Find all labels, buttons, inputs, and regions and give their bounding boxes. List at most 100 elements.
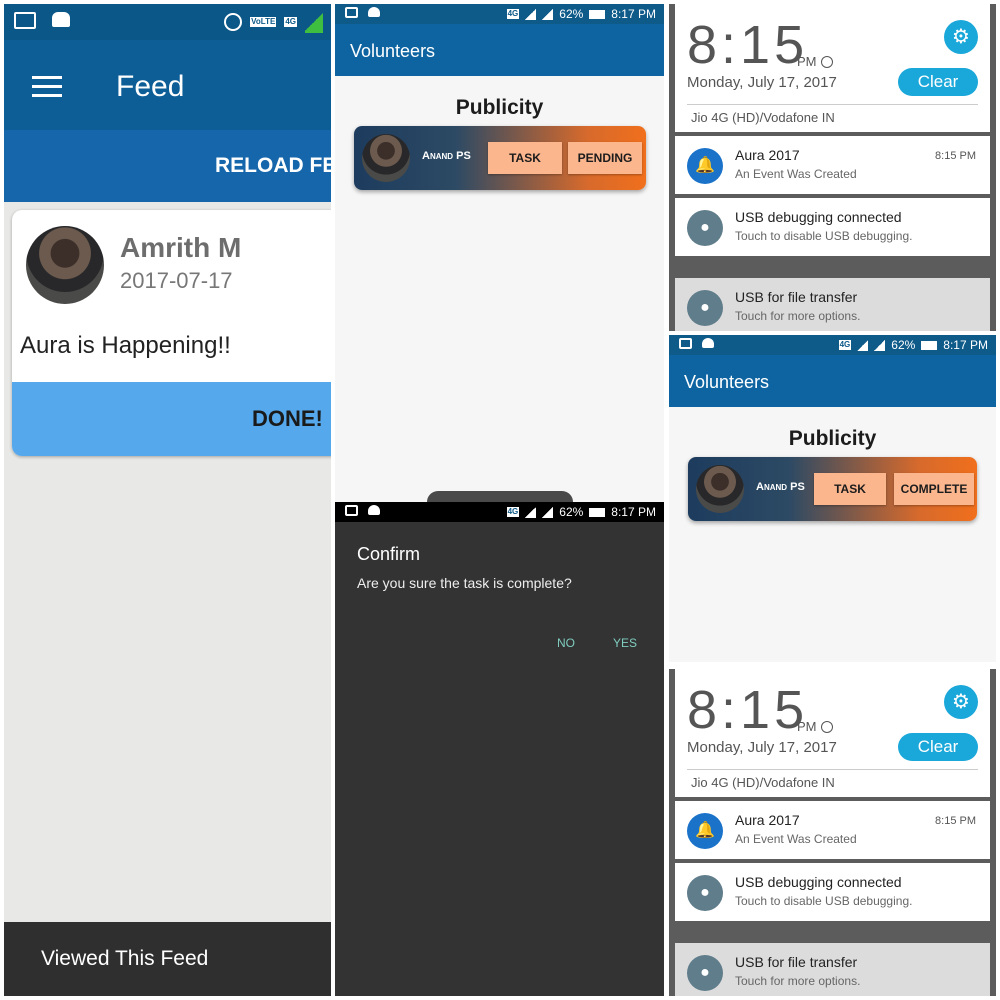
done-button[interactable]: DONE! [252, 406, 323, 432]
post-author: Amrith M [120, 232, 242, 263]
clock-ampm: PM [797, 54, 817, 69]
status-time: 8:17 PM [943, 338, 988, 352]
app-bar: Volunteers [335, 24, 664, 76]
android-icon [702, 338, 714, 348]
notification-title: Aura 2017 [735, 812, 800, 828]
notification-subtitle: Touch for more options. [735, 309, 861, 323]
clock-date: Monday, July 17, 2017 [687, 74, 837, 91]
volunteers-complete-screen: 4G 62% 8:17 PM Volunteers Publicity Anan… [669, 335, 996, 662]
gallery-icon [14, 12, 36, 29]
notification-item[interactable]: ● USB for file transfer Touch for more o… [675, 278, 990, 331]
notification-title: Aura 2017 [735, 147, 800, 163]
android-icon [368, 505, 380, 515]
volunteer-card: Anand PS TASK PENDING [354, 126, 646, 190]
signal-icon-2 [874, 339, 886, 351]
notification-item[interactable]: ● USB for file transfer Touch for more o… [675, 943, 990, 996]
app-title: Volunteers [350, 41, 436, 61]
android-icon: ● [687, 955, 723, 991]
task-button[interactable]: TASK [814, 473, 886, 505]
notification-subtitle: Touch to disable USB debugging. [735, 894, 913, 908]
section-title: Publicity [788, 427, 877, 450]
notification-shade: 8:15 PM Monday, July 17, 2017 ⚙ Clear Ji… [669, 669, 996, 996]
notification-item[interactable]: ● USB debugging connected Touch to disab… [675, 863, 990, 921]
volte-badge: VoLTE [250, 17, 277, 27]
avatar [26, 226, 104, 304]
reload-bar: RELOAD FEED [4, 130, 331, 202]
yes-button[interactable]: YES [613, 636, 637, 650]
volunteer-name: Anand PS [422, 150, 471, 162]
dialog-message: Are you sure the task is complete? [357, 575, 572, 591]
network-badge: 4G [284, 17, 297, 27]
status-bar: VoLTE 4G [4, 4, 331, 40]
gear-icon[interactable]: ⚙ [944, 20, 978, 54]
status-button[interactable]: COMPLETE [894, 473, 974, 505]
snackbar-text: Viewed This Feed [41, 947, 209, 970]
android-icon: ● [687, 290, 723, 326]
notification-title: USB debugging connected [735, 874, 902, 890]
volunteer-card: Anand PS TASK COMPLETE [688, 457, 977, 521]
app-title: Volunteers [684, 372, 770, 392]
notification-item[interactable]: ● USB debugging connected Touch to disab… [675, 198, 990, 256]
done-bar[interactable]: DONE! [12, 382, 331, 456]
clear-button[interactable]: Clear [898, 733, 978, 761]
clear-button[interactable]: Clear [898, 68, 978, 96]
avatar [362, 134, 410, 182]
gallery-icon [679, 338, 692, 349]
android-icon [368, 7, 380, 17]
clock-time: 8:15 [687, 15, 809, 75]
notification-time: 8:15 PM [935, 150, 976, 162]
signal-icon-2 [542, 8, 554, 20]
divider [687, 104, 978, 105]
carrier-label: Jio 4G (HD)/Vodafone IN [691, 775, 835, 790]
clock-card: 8:15 PM Monday, July 17, 2017 ⚙ Clear Ji… [675, 4, 990, 132]
app-bar: Volunteers [669, 355, 996, 407]
confirm-dialog-screen: 4G 62% 8:17 PM Confirm Are you sure the … [335, 502, 664, 996]
clock-ampm: PM [797, 719, 817, 734]
status-time: 8:17 PM [611, 505, 656, 519]
volunteers-pending-screen: 4G 62% 8:17 PM Volunteers Publicity Anan… [335, 4, 664, 502]
menu-icon[interactable] [32, 76, 62, 97]
signal-icon [525, 506, 537, 518]
no-button[interactable]: NO [557, 636, 575, 650]
clock-card: 8:15 PM Monday, July 17, 2017 ⚙ Clear Ji… [675, 669, 990, 797]
snackbar: Viewed This Feed [4, 922, 331, 996]
notification-title: USB for file transfer [735, 954, 858, 970]
notification-subtitle: An Event Was Created [735, 832, 857, 846]
app-bar: Feed [4, 40, 331, 130]
battery-percent: 62% [559, 7, 584, 21]
divider [687, 769, 978, 770]
gear-icon[interactable]: ⚙ [944, 685, 978, 719]
status-bar: 4G 62% 8:17 PM [335, 4, 664, 24]
battery-percent: 62% [891, 338, 916, 352]
notification-title: USB for file transfer [735, 289, 858, 305]
avatar [696, 465, 744, 513]
volunteer-name: Anand PS [756, 481, 805, 493]
alarm-icon [821, 56, 833, 68]
signal-icon [525, 8, 537, 20]
dialog-title: Confirm [357, 544, 421, 564]
notification-subtitle: Touch for more options. [735, 974, 861, 988]
notification-subtitle: Touch to disable USB debugging. [735, 229, 913, 243]
battery-percent: 62% [559, 505, 584, 519]
android-icon [52, 12, 70, 27]
network-badge: 4G [838, 340, 852, 350]
status-bar: 4G 62% 8:17 PM [669, 335, 996, 355]
section-title: Publicity [455, 96, 544, 119]
notification-item[interactable]: 🔔 Aura 2017 An Event Was Created 8:15 PM [675, 801, 990, 859]
status-button[interactable]: PENDING [568, 142, 642, 174]
feed-card: Amrith M 2017-07-17 Aura is Happening!! … [12, 210, 331, 456]
signal-icon [857, 339, 869, 351]
status-bar: 4G 62% 8:17 PM [335, 502, 664, 522]
signal-icon [305, 11, 323, 33]
notification-title: USB debugging connected [735, 209, 902, 225]
gallery-icon [345, 505, 358, 516]
page-title: Feed [116, 70, 185, 103]
feed-screen: VoLTE 4G Feed RELOAD FEED Amrith M 2017-… [4, 4, 331, 996]
task-button[interactable]: TASK [488, 142, 562, 174]
network-badge: 4G [506, 9, 520, 19]
notification-time: 8:15 PM [935, 815, 976, 827]
reload-feed-button[interactable]: RELOAD FEED [215, 154, 331, 178]
notification-item[interactable]: 🔔 Aura 2017 An Event Was Created 8:15 PM [675, 136, 990, 194]
battery-icon [589, 9, 606, 19]
post-date: 2017-07-17 [120, 268, 233, 293]
